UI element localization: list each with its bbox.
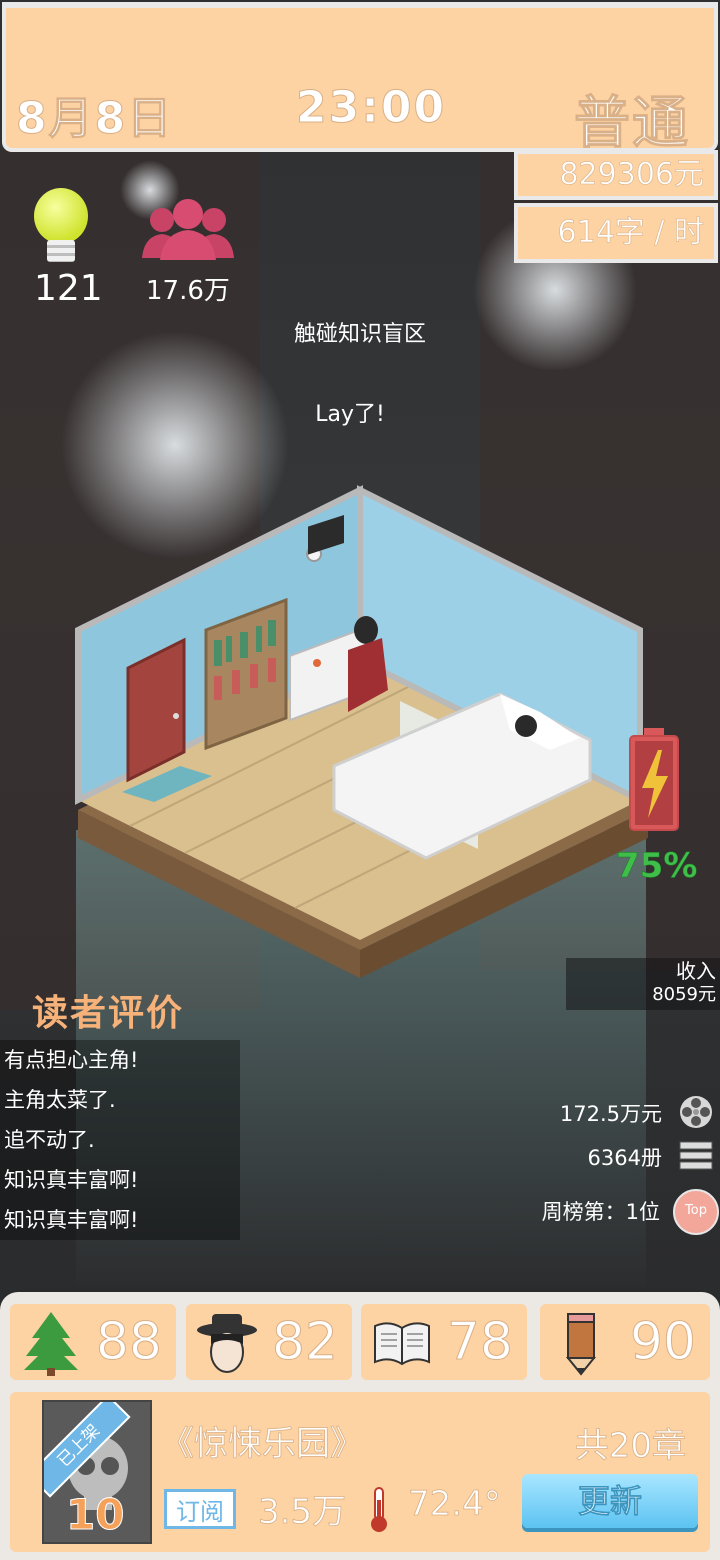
review-item: 主角太菜了.: [4, 1088, 116, 1112]
book-icon: [374, 1322, 430, 1366]
attribute-value: 88: [95, 1312, 162, 1373]
tree-icon: [24, 1312, 78, 1376]
book-title: 《惊悚乐园》: [160, 1424, 365, 1465]
total-income: 172.5万元: [559, 1102, 662, 1126]
lightbulb-icon[interactable]: [34, 188, 88, 244]
update-button[interactable]: 更新: [522, 1474, 698, 1528]
reviews-title: 读者评价: [32, 993, 185, 1034]
thermometer-icon: [371, 1487, 387, 1532]
energy-battery-icon[interactable]: [628, 728, 680, 832]
status-bar: 8月8日 23:00 普通: [2, 2, 718, 157]
reviews-list: 有点担心主角! 主角太菜了. 追不动了. 知识真丰富啊! 知识真丰富啊!: [0, 1040, 240, 1240]
pencil-icon: [565, 1313, 597, 1376]
top-rank-badge[interactable]: Top: [673, 1189, 719, 1235]
book-level: 10: [65, 1490, 125, 1540]
attribute-knowledge[interactable]: 78: [361, 1304, 527, 1380]
review-item: 追不动了.: [4, 1128, 95, 1152]
subscriber-count: 3.5万: [258, 1492, 347, 1533]
writing-speed-display: 614字 / 时: [514, 203, 718, 263]
lightbulb-base: [47, 240, 75, 262]
income-value: 8059元: [652, 984, 716, 1005]
attribute-value: 90: [629, 1312, 696, 1373]
writer-character: [354, 616, 378, 644]
mug: [313, 659, 321, 667]
copies-sold: 6364册: [587, 1146, 662, 1170]
weekly-rank: 周榜第：1位: [541, 1200, 660, 1224]
event-message: Lay了!: [315, 402, 385, 427]
fans-icon[interactable]: [140, 196, 236, 262]
heat-value: 72.4°: [408, 1484, 502, 1525]
attribute-mystery[interactable]: 82: [186, 1304, 352, 1380]
sleeping-character: [515, 715, 537, 737]
attribute-value: 82: [271, 1312, 338, 1373]
review-item: 知识真丰富啊!: [4, 1208, 139, 1232]
attribute-value: 78: [446, 1312, 513, 1373]
review-item: 有点担心主角!: [4, 1048, 139, 1072]
film-reel-icon: [680, 1096, 712, 1128]
review-item: 知识真丰富啊!: [4, 1168, 139, 1192]
income-panel: 收入 8059元: [566, 958, 720, 1010]
chapter-count: 共20章: [574, 1426, 686, 1467]
ideas-count: 121: [34, 268, 103, 309]
game-date: 8月8日: [15, 93, 174, 145]
money-display: 829306元: [514, 150, 718, 200]
attribute-nature[interactable]: 88: [10, 1304, 176, 1380]
difficulty-mode[interactable]: 普通: [574, 78, 690, 159]
attribute-writing[interactable]: 90: [540, 1304, 710, 1380]
book-stack-icon: [679, 1141, 713, 1170]
subscribe-badge: 订阅: [164, 1489, 236, 1529]
income-label: 收入: [676, 959, 716, 983]
event-message: 触碰知识盲区: [293, 322, 426, 347]
bedroom-scene[interactable]: [70, 480, 650, 990]
detective-icon: [197, 1314, 257, 1373]
fans-count: 17.6万: [146, 276, 230, 306]
game-time: 23:00: [295, 82, 447, 134]
energy-percent: 75%: [616, 846, 698, 887]
